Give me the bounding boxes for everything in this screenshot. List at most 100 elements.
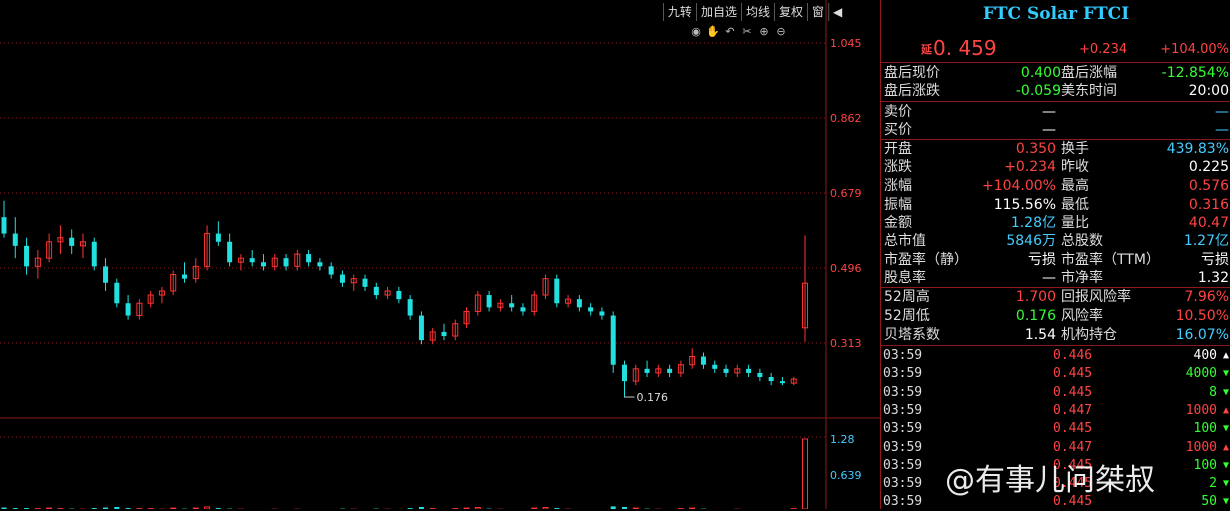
watermark: @有事儿问桀叔 [945, 455, 1155, 499]
down-arrow-icon: ▼ [1223, 493, 1229, 511]
candle-body [329, 266, 334, 274]
scissors-icon[interactable]: ✂ [740, 25, 754, 39]
candle-body [746, 369, 751, 373]
shares-label: 总股数 [1061, 232, 1103, 250]
candle-body [69, 238, 74, 246]
after-hours-change: -0.059 [1016, 82, 1061, 100]
up-arrow-icon: ▲ [1223, 347, 1229, 365]
candle-body [396, 291, 401, 299]
tick-time: 03:59 [883, 493, 922, 511]
candle-body [520, 307, 525, 311]
tick-time: 03:59 [883, 439, 922, 457]
quote-row: 贝塔系数 1.54 机构持仓 16.07% [881, 326, 1230, 344]
candle-body [588, 307, 593, 311]
pe-static-label: 市盈率（静） [884, 251, 968, 269]
candle-body [645, 369, 650, 373]
tick-row: 03:590.4471000▲ [881, 402, 1230, 420]
tick-volume: 400 [1194, 347, 1217, 365]
down-arrow-icon: ▼ [1223, 475, 1229, 493]
pct-value: +104.00% [982, 177, 1056, 195]
after-hours-price-label: 盘后现价 [884, 64, 940, 82]
down-arrow-icon: ▼ [1223, 365, 1229, 383]
beta-value: 1.54 [1025, 326, 1056, 344]
pe-static-value: 亏损 [1028, 251, 1056, 269]
candle-body [757, 373, 762, 377]
candle-body [554, 279, 559, 304]
open-label: 开盘 [884, 140, 912, 158]
candle-body [419, 316, 424, 341]
tick-row: 03:590.4454000▼ [881, 365, 1230, 383]
y-tick-label: 0.862 [830, 112, 862, 125]
divider [881, 345, 1230, 346]
prev-close-value: 0.225 [1189, 158, 1229, 176]
us-time: 20:00 [1189, 82, 1229, 100]
us-time-label: 美东时间 [1061, 82, 1117, 100]
tick-time: 03:59 [883, 347, 922, 365]
quote-row: 市盈率（静） 亏损 市盈率（TTM） 亏损 [881, 251, 1230, 269]
pct-label: 涨幅 [884, 177, 912, 195]
tick-price: 0.445 [1053, 365, 1092, 383]
candle-body [317, 262, 322, 266]
pb-label: 市净率 [1061, 269, 1103, 287]
low-value: 0.316 [1189, 196, 1229, 214]
prev-close-label: 昨收 [1061, 158, 1089, 176]
quote-row: 涨幅 +104.00% 最高 0.576 [881, 177, 1230, 195]
candle-body [13, 234, 18, 246]
tick-time: 03:59 [883, 475, 922, 493]
toolbar-item-add-watchlist[interactable]: 加自选 [696, 3, 741, 21]
toolbar-item-jiuzhuan[interactable]: 九转 [663, 3, 696, 21]
price-chart[interactable]: 1.0450.8620.6790.4960.3131.280.6390.176 [0, 0, 880, 509]
tick-volume: 2 [1209, 475, 1217, 493]
candle-body [769, 377, 774, 381]
candle-body [712, 365, 717, 369]
zoom-in-icon[interactable]: ⊕ [757, 25, 771, 39]
after-hours-change-label: 盘后涨跌 [884, 82, 940, 100]
tick-time: 03:59 [883, 457, 922, 475]
tick-time: 03:59 [883, 402, 922, 420]
candle-body [92, 242, 97, 267]
delay-badge: 延 [921, 41, 932, 57]
candle-body [284, 258, 289, 266]
hand-icon[interactable]: ✋ [706, 25, 720, 39]
toolbar-item-moving-average[interactable]: 均线 [741, 3, 774, 21]
institutional-label: 机构持仓 [1061, 326, 1117, 344]
bid-price: — [1042, 121, 1056, 139]
zoom-out-icon[interactable]: ⊖ [774, 25, 788, 39]
last-price: 0. 459 [933, 36, 997, 60]
toolbar-item-adjust[interactable]: 复权 [774, 3, 807, 21]
candle-body [724, 369, 729, 373]
amount-label: 金额 [884, 214, 912, 232]
ask-label: 卖价 [884, 103, 912, 121]
candle-body [2, 217, 7, 233]
candle-body [306, 254, 311, 262]
candle-body [261, 262, 266, 266]
undo-icon[interactable]: ↶ [723, 25, 737, 39]
bid-volume: — [1215, 121, 1229, 139]
up-arrow-icon: ▲ [1223, 402, 1229, 420]
eye-icon[interactable]: ◉ [689, 25, 703, 39]
quote-row: 股息率 — 市净率 1.32 [881, 269, 1230, 287]
candle-body [509, 303, 514, 307]
collapse-panel-icon[interactable]: ◀ [828, 3, 846, 21]
turnover-value: 439.83% [1167, 140, 1229, 158]
quote-panel: FTC Solar FTCI 延 0. 459 +0.234 +104.00% … [880, 0, 1230, 509]
candle-body [622, 365, 627, 381]
candle-body [599, 311, 604, 315]
candlestick-chart-area[interactable]: 1.0450.8620.6790.4960.3131.280.6390.176 … [0, 0, 880, 509]
tick-price: 0.445 [1053, 384, 1092, 402]
min-price-label: 0.176 [636, 391, 668, 404]
return-risk-value: 7.96% [1185, 288, 1229, 306]
candle-body [441, 332, 446, 336]
high-value: 0.576 [1189, 177, 1229, 195]
volume-ratio-value: 40.47 [1189, 214, 1229, 232]
quote-row: 金额 1.28亿 量比 40.47 [881, 214, 1230, 232]
candle-body [374, 287, 379, 295]
pe-ttm-label: 市盈率（TTM） [1061, 251, 1160, 269]
pe-ttm-value: 亏损 [1201, 251, 1229, 269]
quote-row: 开盘 0.350 换手 439.83% [881, 140, 1230, 158]
candle-body [216, 234, 221, 242]
amount-value: 1.28亿 [1011, 214, 1056, 232]
toolbar-item-window[interactable]: 窗 [807, 3, 828, 21]
bid-label: 买价 [884, 121, 912, 139]
candle-body [667, 369, 672, 373]
